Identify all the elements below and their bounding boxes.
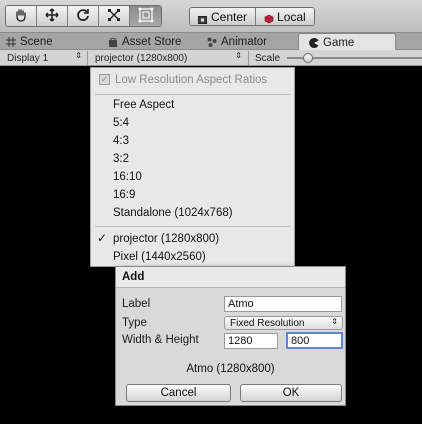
dropdown-arrows-icon: ⇕ bbox=[75, 51, 82, 60]
tab-game[interactable]: Game bbox=[298, 33, 396, 51]
scale-tool-button[interactable] bbox=[99, 6, 130, 26]
tab-asset-store-label: Asset Store bbox=[122, 35, 182, 48]
rotate-icon bbox=[76, 8, 90, 25]
aspect-dropdown[interactable]: projector (1280x800) ⇕ bbox=[90, 51, 246, 65]
cube-local-icon bbox=[264, 13, 274, 23]
aspect-value: projector (1280x800) bbox=[95, 52, 188, 64]
scale-icon bbox=[107, 8, 121, 25]
menu-item-projector[interactable]: ✓ projector (1280x800) bbox=[91, 230, 294, 248]
menu-item-label: projector (1280x800) bbox=[113, 233, 220, 245]
width-input[interactable]: 1280 bbox=[224, 333, 278, 349]
tab-animator-label: Animator bbox=[221, 35, 268, 48]
tab-scene-label: Scene bbox=[20, 35, 53, 48]
divider bbox=[87, 51, 88, 65]
label-caption: Label bbox=[122, 298, 151, 310]
label-input[interactable]: Atmo bbox=[224, 296, 342, 312]
type-dropdown[interactable]: Fixed Resolution ⇕ bbox=[224, 316, 343, 330]
type-value: Fixed Resolution bbox=[230, 317, 305, 329]
rect-icon bbox=[138, 7, 154, 26]
tab-asset-store[interactable]: Asset Store bbox=[108, 33, 181, 50]
type-caption: Type bbox=[122, 317, 147, 329]
pivot-center-icon bbox=[198, 13, 207, 24]
divider bbox=[248, 51, 249, 65]
menu-item-label: Pixel (1440x2560) bbox=[113, 251, 206, 263]
grid-icon bbox=[6, 36, 16, 47]
transform-tools bbox=[5, 5, 162, 27]
dropdown-arrows-icon: ⇕ bbox=[235, 51, 242, 60]
tab-animator[interactable]: Animator bbox=[207, 33, 267, 50]
menu-item-pixel[interactable]: Pixel (1440x2560) bbox=[91, 248, 294, 266]
editor-tabs: Scene Asset Store Animator Game bbox=[0, 33, 422, 51]
checkmark-icon: ✓ bbox=[97, 231, 108, 245]
menu-item-16-9[interactable]: 16:9 bbox=[91, 186, 294, 204]
move-icon bbox=[45, 7, 59, 25]
tab-scene[interactable]: Scene bbox=[6, 33, 53, 50]
main-toolbar: Center Local bbox=[0, 0, 422, 33]
center-toggle-button[interactable]: Center bbox=[190, 8, 257, 25]
menu-item-label: 16:9 bbox=[113, 189, 136, 201]
menu-item-5-4[interactable]: 5:4 bbox=[91, 114, 294, 132]
low-res-label: Low Resolution Aspect Ratios bbox=[115, 74, 268, 86]
checkbox-icon: ✓ bbox=[99, 74, 110, 85]
scale-label: Scale bbox=[250, 51, 286, 65]
add-resolution-dialog: Add Label Atmo Type Fixed Resolution ⇕ W… bbox=[115, 266, 346, 406]
menu-item-4-3[interactable]: 4:3 bbox=[91, 132, 294, 150]
dropdown-arrows-icon: ⇕ bbox=[331, 317, 338, 326]
display-value: Display 1 bbox=[7, 52, 49, 64]
menu-item-standalone[interactable]: Standalone (1024x768) bbox=[91, 204, 294, 222]
display-dropdown[interactable]: Display 1 ⇕ bbox=[2, 51, 86, 65]
move-tool-button[interactable] bbox=[37, 6, 68, 26]
low-res-toggle[interactable]: ✓ Low Resolution Aspect Ratios bbox=[91, 71, 294, 89]
center-label: Center bbox=[211, 9, 248, 24]
pacman-icon bbox=[309, 37, 319, 48]
height-input[interactable]: 800 bbox=[286, 332, 343, 349]
menu-item-3-2[interactable]: 3:2 bbox=[91, 150, 294, 168]
cancel-button[interactable]: Cancel bbox=[126, 384, 231, 402]
game-view-bar: Display 1 ⇕ projector (1280x800) ⇕ Scale bbox=[0, 50, 422, 66]
animator-icon bbox=[207, 37, 217, 47]
menu-item-label: 5:4 bbox=[113, 117, 129, 129]
menu-separator bbox=[95, 226, 290, 227]
local-toggle-button[interactable]: Local bbox=[256, 8, 314, 25]
scale-label-text: Scale bbox=[255, 52, 281, 64]
menu-item-label: Free Aspect bbox=[113, 99, 175, 111]
rect-tool-button[interactable] bbox=[130, 6, 161, 26]
hand-icon bbox=[14, 8, 28, 25]
menu-item-label: 16:10 bbox=[113, 171, 142, 183]
pivot-toggles: Center Local bbox=[189, 7, 315, 26]
bag-icon bbox=[108, 37, 118, 47]
hand-tool-button[interactable] bbox=[6, 6, 37, 26]
rotate-tool-button[interactable] bbox=[68, 6, 99, 26]
scale-slider-thumb[interactable] bbox=[303, 53, 313, 63]
menu-item-label: Standalone (1024x768) bbox=[113, 207, 233, 219]
resolution-summary: Atmo (1280x800) bbox=[186, 363, 275, 375]
size-caption: Width & Height bbox=[122, 334, 199, 346]
menu-separator bbox=[95, 94, 290, 95]
menu-item-16-10[interactable]: 16:10 bbox=[91, 168, 294, 186]
dialog-title: Add bbox=[116, 267, 345, 288]
aspect-menu: ✓ Low Resolution Aspect Ratios Free Aspe… bbox=[90, 67, 295, 267]
local-label: Local bbox=[277, 9, 306, 24]
tab-game-label: Game bbox=[323, 36, 355, 49]
menu-item-label: 3:2 bbox=[113, 153, 129, 165]
ok-button[interactable]: OK bbox=[240, 384, 342, 402]
menu-item-free-aspect[interactable]: Free Aspect bbox=[91, 96, 294, 114]
menu-item-label: 4:3 bbox=[113, 135, 129, 147]
